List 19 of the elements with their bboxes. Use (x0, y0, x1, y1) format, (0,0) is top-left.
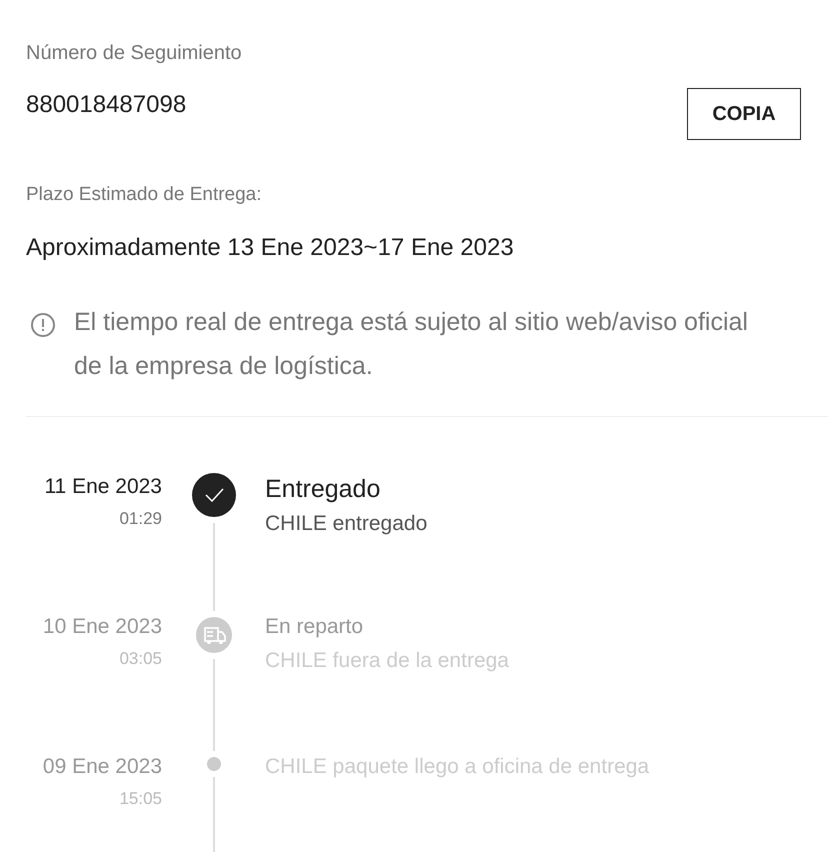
estimate-value: Aproximadamente 13 Ene 2023~17 Ene 2023 (26, 234, 515, 262)
tracking-number: 880018487098 (26, 91, 186, 119)
notice-text: El tiempo real de entrega está sujeto al sitio web/aviso oficial de la empresa de logística. (74, 307, 749, 382)
info-icon (30, 312, 56, 338)
event-date: 09 Ene 2023 (42, 755, 162, 779)
event-time: 03:05 (118, 649, 162, 669)
event-title: En reparto (265, 615, 364, 639)
copy-button[interactable]: COPIA (687, 88, 801, 140)
field-label: Número de Seguimiento (26, 42, 243, 65)
event-time: 15:05 (118, 789, 162, 809)
event-date: 11 Ene 2023 (43, 475, 162, 499)
field-label: Plazo Estimado de Entrega: (26, 184, 263, 206)
timeline-dot (206, 757, 220, 771)
event-time: 01:29 (118, 509, 162, 529)
event-date: 10 Ene 2023 (42, 615, 162, 639)
event-detail: CHILE entregado (265, 512, 428, 536)
truck-icon (196, 617, 232, 653)
check-icon (192, 473, 236, 517)
event-title: Entregado (265, 475, 382, 504)
